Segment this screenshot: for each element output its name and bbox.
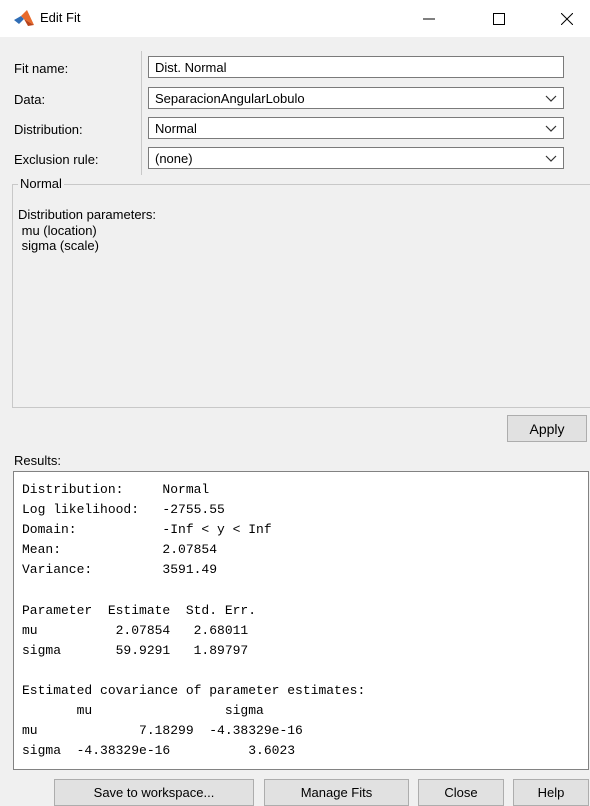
data-row: Data: SeparacionAngularLobulo (0, 87, 590, 113)
results-line: sigma -4.38329e-16 3.6023 (22, 743, 296, 759)
results-line: Estimated covariance of parameter estima… (22, 682, 366, 698)
chevron-down-icon (545, 125, 557, 132)
apply-button[interactable]: Apply (507, 415, 587, 442)
results-label: Results: (14, 453, 61, 468)
fit-name-input[interactable]: Dist. Normal (148, 56, 564, 78)
close-button[interactable]: Close (418, 779, 504, 806)
group-title: Normal (18, 176, 64, 191)
fit-name-row: Fit name: Dist. Normal (0, 56, 590, 82)
distribution-parameters: Distribution parameters: mu (location) s… (18, 207, 156, 254)
help-button[interactable]: Help (513, 779, 589, 806)
fit-name-label: Fit name: (14, 61, 69, 76)
results-line: Domain: -Inf < y < Inf (22, 522, 272, 538)
fit-name-value: Dist. Normal (155, 60, 227, 75)
close-window-button[interactable] (544, 0, 590, 37)
distribution-row: Distribution: Normal (0, 117, 590, 143)
matlab-icon (14, 10, 34, 26)
results-line: Parameter Estimate Std. Err. (22, 602, 257, 618)
results-line: sigma 59.9291 1.89797 (22, 642, 249, 658)
results-line: Variance: 3591.49 (22, 562, 218, 578)
chevron-down-icon (545, 95, 557, 102)
exclusion-rule-value: (none) (155, 151, 193, 166)
results-line: mu 2.07854 2.68011 (22, 622, 249, 638)
distribution-select[interactable]: Normal (148, 117, 564, 139)
results-line (22, 580, 588, 600)
data-value: SeparacionAngularLobulo (155, 91, 305, 106)
maximize-button[interactable] (476, 0, 522, 37)
close-icon (561, 12, 573, 25)
results-line: mu sigma (22, 703, 264, 719)
minimize-icon (423, 18, 435, 19)
title-bar: Edit Fit (0, 0, 590, 37)
save-to-workspace-button[interactable]: Save to workspace... (54, 779, 254, 806)
window-title: Edit Fit (40, 10, 81, 25)
params-heading: Distribution parameters: (18, 207, 156, 222)
exclusion-rule-label: Exclusion rule: (14, 152, 99, 167)
exclusion-rule-select[interactable]: (none) (148, 147, 564, 169)
results-line: Distribution: Normal (22, 482, 210, 497)
manage-fits-button[interactable]: Manage Fits (264, 779, 409, 806)
param-sigma: sigma (scale) (21, 238, 99, 253)
exclusion-rule-row: Exclusion rule: (none) (0, 147, 590, 173)
results-line: Mean: 2.07854 (22, 542, 218, 558)
distribution-label: Distribution: (14, 122, 83, 137)
results-line (22, 661, 588, 681)
data-label: Data: (14, 92, 46, 107)
results-line: mu 7.18299 -4.38329e-16 (22, 723, 303, 739)
results-textarea[interactable]: Distribution: Normal Log likelihood: -27… (13, 471, 589, 770)
data-select[interactable]: SeparacionAngularLobulo (148, 87, 564, 109)
minimize-button[interactable] (406, 0, 452, 37)
param-mu: mu (location) (21, 222, 97, 238)
results-line: Log likelihood: -2755.55 (22, 502, 225, 518)
maximize-icon (493, 12, 505, 25)
distribution-value: Normal (155, 121, 197, 136)
chevron-down-icon (545, 155, 557, 162)
